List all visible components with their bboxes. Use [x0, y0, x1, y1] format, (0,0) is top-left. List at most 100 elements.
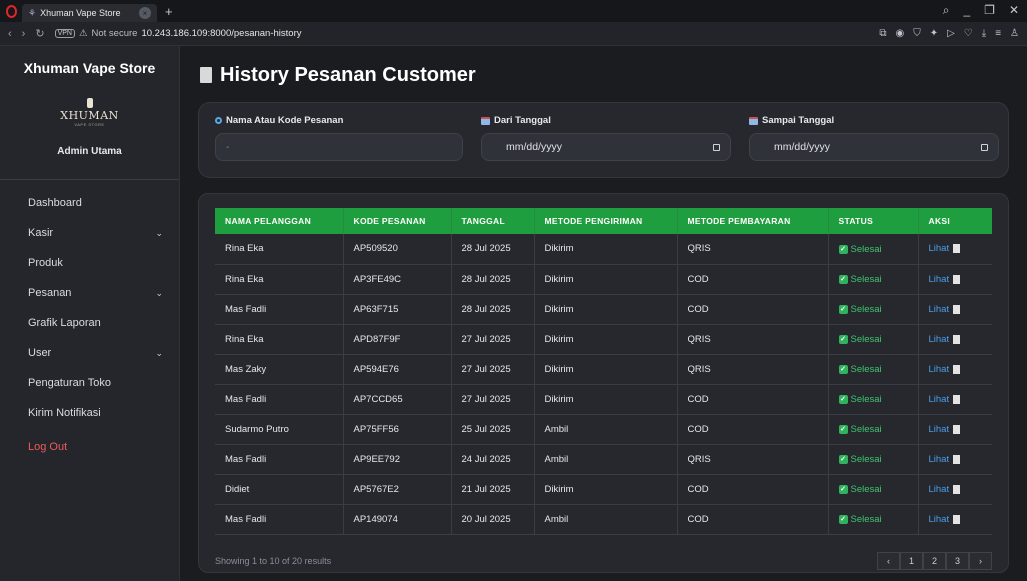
download-icon[interactable]: ⤓	[982, 28, 986, 39]
cell-customer: Mas Fadli	[215, 444, 344, 475]
table-row: Didiet AP5767E2 21 Jul 2025 Dikirim COD ✓ Sele…	[215, 474, 992, 505]
table-row: Mas Fadli AP9EE792 24 Jul 2025 Ambil QRIS ✓ Se…	[215, 444, 992, 475]
calendar-picker-icon[interactable]	[713, 143, 720, 151]
menu-icon[interactable]: ≡	[995, 28, 1001, 39]
col-header-date[interactable]: TANGGAL	[451, 208, 535, 234]
view-order-link[interactable]: Lihat	[929, 243, 961, 254]
forward-icon[interactable]: ›	[22, 28, 26, 40]
cell-date: 20 Jul 2025	[451, 504, 535, 535]
table-row: Mas Zaky AP594E76 27 Jul 2025 Dikirim QRIS ✓ S…	[215, 354, 992, 385]
view-order-link[interactable]: Lihat	[929, 334, 961, 345]
page-button[interactable]: 2	[923, 552, 946, 570]
view-order-link[interactable]: Lihat	[929, 484, 961, 495]
view-order-link[interactable]: Lihat	[929, 274, 961, 285]
filter-to-group: Sampai Tanggal mm/dd/yyyy	[749, 115, 999, 165]
status-text: Selesai	[850, 333, 882, 345]
view-link-text: Lihat	[928, 483, 950, 495]
date-from-input[interactable]: mm/dd/yyyy	[481, 133, 731, 161]
col-header-action[interactable]: AKSI	[918, 208, 992, 234]
view-order-link[interactable]: Lihat	[929, 514, 961, 525]
prev-page-button[interactable]: ‹	[877, 552, 900, 570]
cell-status: ✓ Selesai	[828, 384, 919, 415]
url-text[interactable]: 10.243.186.109:8000/pesanan-history	[141, 28, 301, 39]
receipt-icon	[953, 484, 961, 494]
status-badge: ✓ Selesai	[838, 244, 882, 255]
opera-logo-icon[interactable]	[0, 0, 22, 22]
sidebar-item-label: Grafik Laporan	[28, 317, 101, 329]
col-header-customer[interactable]: NAMA PELANGGAN	[215, 208, 344, 234]
warning-icon: ⚠	[78, 28, 88, 39]
cell-action: Lihat	[918, 414, 992, 445]
view-order-link[interactable]: Lihat	[929, 394, 961, 405]
status-text: Selesai	[850, 273, 882, 285]
cell-shipping: Dikirim	[534, 354, 678, 385]
search-tabs-icon[interactable]: ⌕	[943, 3, 950, 18]
view-order-link[interactable]: Lihat	[929, 424, 961, 435]
pagination: ‹ 1 2 3 ›	[877, 552, 992, 570]
calendar-picker-icon[interactable]	[981, 143, 988, 151]
sidebar-item-kasir[interactable]: Kasir ⌄	[0, 218, 179, 248]
back-icon[interactable]: ‹	[8, 28, 12, 40]
cell-status: ✓ Selesai	[828, 474, 919, 505]
page-button[interactable]: 3	[946, 552, 969, 570]
tab-close-icon[interactable]: ×	[139, 7, 151, 19]
logout-link[interactable]: Log Out	[0, 432, 179, 462]
sidebar-item-user[interactable]: User ⌄	[0, 338, 179, 368]
view-order-link[interactable]: Lihat	[929, 304, 961, 315]
shield-icon[interactable]: ⛉	[913, 28, 921, 39]
sidebar-item-pesanan[interactable]: Pesanan ⌄	[0, 278, 179, 308]
view-link-text: Lihat	[928, 513, 950, 525]
sidebar-item-pengaturan-toko[interactable]: Pengaturan Toko	[0, 368, 179, 398]
sidebar-menu: Dashboard Kasir ⌄ Produk Pesanan ⌄ Grafik …	[0, 188, 179, 462]
filter-from-label: Dari Tanggal	[481, 115, 731, 126]
sidebar-item-label: Dashboard	[28, 197, 82, 209]
receipt-icon	[953, 424, 961, 434]
orders-table: NAMA PELANGGAN KODE PESANAN TANGGAL METO…	[215, 208, 992, 535]
filter-from-group: Dari Tanggal mm/dd/yyyy	[481, 115, 731, 165]
close-window-icon[interactable]: ✕	[1009, 3, 1019, 18]
tab-title: Xhuman Vape Store	[40, 8, 121, 18]
vpn-badge[interactable]: VPN	[54, 29, 75, 38]
profile-icon[interactable]: ♙	[1010, 28, 1019, 39]
new-tab-icon[interactable]: +	[165, 4, 173, 19]
cell-date: 28 Jul 2025	[451, 294, 535, 325]
date-to-input[interactable]: mm/dd/yyyy	[749, 133, 999, 161]
reload-icon[interactable]: ↻	[35, 27, 44, 40]
url-field[interactable]: VPN ⚠ Not secure 10.243.186.109:8000/pes…	[54, 28, 301, 39]
next-page-button[interactable]: ›	[969, 552, 992, 570]
view-link-text: Lihat	[928, 303, 950, 315]
col-header-shipping[interactable]: METODE PENGIRIMAN	[534, 208, 678, 234]
cell-payment: QRIS	[677, 444, 829, 475]
col-header-status[interactable]: STATUS	[828, 208, 919, 234]
browser-tab[interactable]: ⚘ Xhuman Vape Store ×	[22, 4, 157, 22]
snapshot-icon[interactable]: ⧉	[879, 28, 886, 39]
filter-name-label: Nama Atau Kode Pesanan	[215, 115, 463, 126]
view-order-link[interactable]: Lihat	[929, 454, 961, 465]
view-order-link[interactable]: Lihat	[929, 364, 961, 375]
receipt-icon	[953, 304, 961, 314]
camera-icon[interactable]: ◉	[895, 28, 904, 39]
cell-payment: QRIS	[677, 354, 829, 385]
cell-date: 25 Jul 2025	[451, 414, 535, 445]
page-button[interactable]: 1	[900, 552, 923, 570]
extensions-icon[interactable]: ✦	[930, 28, 938, 39]
col-header-order-code[interactable]: KODE PESANAN	[343, 208, 452, 234]
sidebar-item-dashboard[interactable]: Dashboard	[0, 188, 179, 218]
cell-payment: COD	[677, 474, 829, 505]
table-row: Mas Fadli AP7CCD65 27 Jul 2025 Dikirim COD ✓ S…	[215, 384, 992, 415]
logo-text: XHUMAN	[60, 108, 119, 122]
search-input[interactable]: -	[215, 133, 463, 161]
filter-to-label-text: Sampai Tanggal	[762, 115, 835, 126]
cell-customer: Mas Fadli	[215, 504, 344, 535]
view-link-text: Lihat	[928, 453, 950, 465]
restore-icon[interactable]: ❐	[984, 3, 995, 18]
heart-icon[interactable]: ♡	[964, 28, 973, 39]
minimize-icon[interactable]: _	[963, 3, 970, 18]
player-icon[interactable]: ▷	[947, 28, 955, 39]
status-text: Selesai	[850, 453, 882, 465]
sidebar-item-produk[interactable]: Produk	[0, 248, 179, 278]
sidebar-item-kirim-notifikasi[interactable]: Kirim Notifikasi	[0, 398, 179, 428]
col-header-payment[interactable]: METODE PEMBAYARAN	[677, 208, 829, 234]
cell-shipping: Dikirim	[534, 264, 678, 295]
sidebar-item-grafik-laporan[interactable]: Grafik Laporan	[0, 308, 179, 338]
